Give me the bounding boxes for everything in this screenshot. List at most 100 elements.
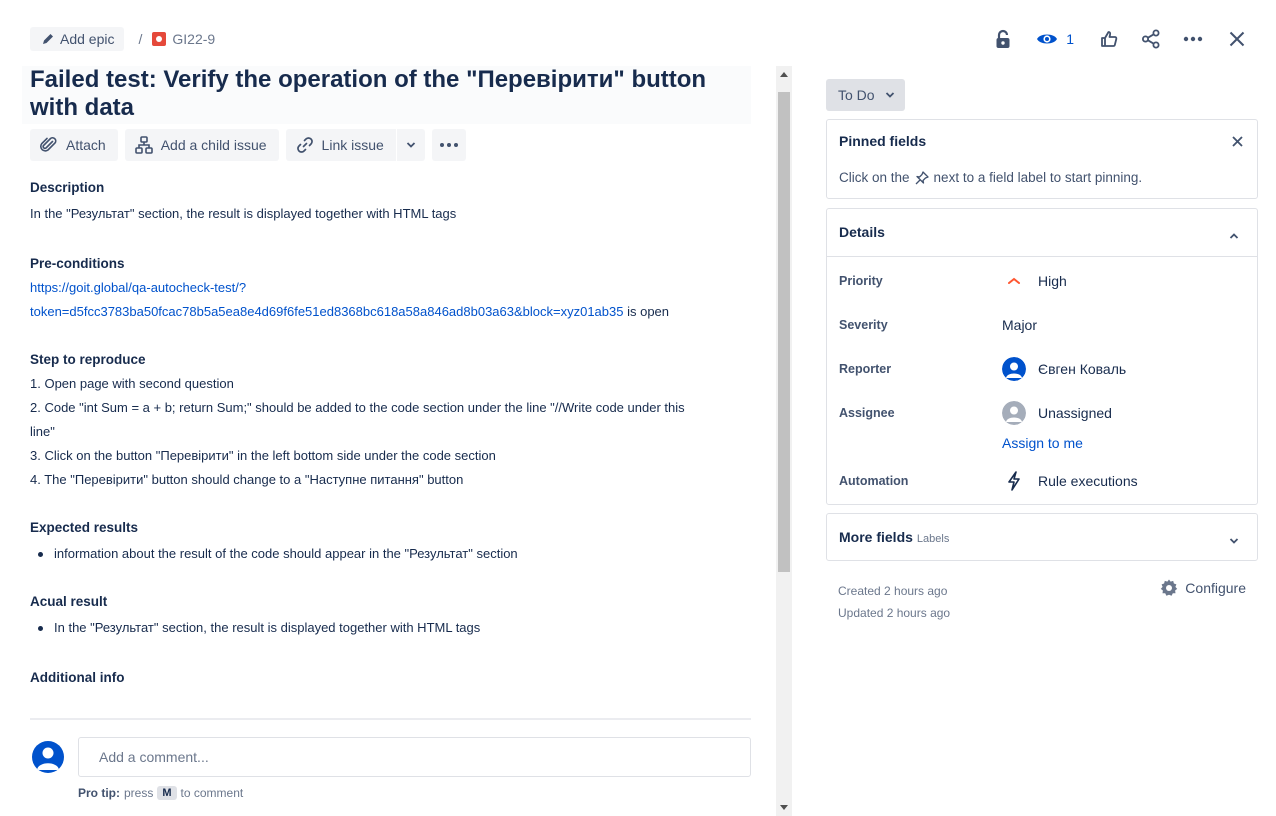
divider (827, 256, 1257, 257)
preconditions-link-line-1: https://goit.global/qa-autocheck-test/? (30, 280, 247, 295)
main-scrollbar[interactable] (776, 66, 792, 816)
list-item: information about the result of the code… (30, 542, 752, 566)
lock-button[interactable] (990, 26, 1016, 52)
priority-row[interactable]: Priority High (839, 267, 1249, 295)
details-panel: Details Priority High Severity Major Rep… (826, 208, 1258, 505)
more-fields-expand-button[interactable] (1229, 532, 1239, 550)
description-field[interactable]: Description In the "Результат" section, … (30, 178, 752, 688)
paperclip-icon (40, 137, 57, 152)
issue-title: Failed test: Verify the operation of the… (30, 66, 707, 121)
link-issue-dropdown[interactable] (396, 129, 425, 161)
status-dropdown[interactable]: To Do (826, 79, 905, 111)
user-icon (1002, 401, 1026, 425)
list-item: In the "Результат" section, the result i… (30, 616, 752, 640)
link-issue-button[interactable]: Link issue (285, 129, 396, 161)
status-label: To Do (838, 87, 875, 103)
additional-info-heading: Additional info (30, 670, 125, 685)
more-fields-panel[interactable]: More fields Labels (826, 513, 1258, 561)
assignee-label: Assignee (839, 406, 895, 420)
add-epic-button[interactable]: Add epic (30, 27, 125, 51)
step-line: 3. Click on the button "Перевірити" in t… (30, 448, 496, 463)
automation-value: Rule executions (1038, 473, 1138, 489)
assignee-row[interactable]: Assignee Unassigned (839, 399, 1249, 427)
actual-result-heading: Acual result (30, 594, 108, 609)
severity-value: Major (1002, 317, 1038, 333)
reporter-value: Євген Коваль (1038, 361, 1127, 377)
ellipsis-icon (439, 143, 458, 147)
description-text: In the "Результат" section, the result i… (30, 206, 457, 221)
pin-icon (915, 170, 929, 184)
severity-label: Severity (839, 318, 888, 332)
scroll-thumb[interactable] (778, 92, 790, 572)
bug-icon (152, 32, 167, 46)
created-time: Created 2 hours ago (838, 584, 948, 598)
priority-value: High (1038, 273, 1067, 289)
chevron-down-icon (885, 92, 894, 98)
user-icon (37, 747, 59, 770)
more-fields-heading: More fields (839, 529, 913, 545)
ellipsis-icon (1183, 36, 1203, 42)
reporter-avatar (1002, 357, 1026, 381)
divider (30, 718, 751, 720)
protip-label: Pro tip: (78, 786, 120, 800)
issue-key-label: GI22-9 (172, 31, 216, 47)
share-icon (1142, 29, 1160, 49)
close-icon (1232, 136, 1243, 147)
scroll-up-arrow[interactable] (780, 72, 788, 77)
priority-label: Priority (839, 274, 883, 288)
chevron-up-icon (1229, 233, 1239, 239)
watch-count: 1 (1066, 31, 1074, 47)
reporter-row[interactable]: Reporter Євген Коваль (839, 355, 1249, 383)
pinned-fields-heading: Pinned fields (839, 133, 927, 149)
details-heading: Details (839, 224, 885, 240)
unlock-icon (996, 29, 1010, 48)
step-line: 2. Code "int Sum = a + b; return Sum;" s… (30, 400, 685, 415)
pinned-close-button[interactable] (1232, 134, 1243, 152)
pinned-fields-hint: Click on the next to a field label to st… (839, 170, 1142, 185)
issue-key-link[interactable]: GI22-9 (152, 31, 215, 47)
configure-button[interactable]: Configure (1159, 578, 1246, 598)
severity-row[interactable]: Severity Major (839, 311, 1249, 339)
assign-to-me-link[interactable]: Assign to me (1002, 435, 1083, 451)
preconditions-suffix: is open (623, 304, 670, 319)
issue-toolbar: Attach Add a child issue Link issue (30, 129, 473, 161)
step-line: 4. The "Перевірити" button should change… (30, 472, 464, 487)
pinned-hint-after: next to a field label to start pinning. (933, 170, 1143, 185)
add-epic-label: Add epic (60, 31, 115, 47)
attach-button[interactable]: Attach (30, 129, 118, 161)
protip-press: press (124, 786, 154, 800)
step-line: line" (30, 424, 55, 439)
assignee-value: Unassigned (1038, 405, 1112, 421)
share-button[interactable] (1138, 26, 1164, 52)
breadcrumb-separator: / (138, 31, 143, 47)
comment-input[interactable]: Add a comment... (78, 737, 751, 777)
description-heading: Description (30, 180, 105, 195)
preconditions-heading: Pre-conditions (30, 256, 125, 271)
preconditions-link[interactable]: https://goit.global/qa-autocheck-test/? t… (30, 280, 623, 319)
pinned-hint-before: Click on the (839, 170, 910, 185)
expected-results-list: information about the result of the code… (30, 542, 752, 566)
issue-title-field[interactable]: Failed test: Verify the operation of the… (22, 66, 751, 124)
protip-suffix: to comment (180, 786, 244, 800)
chevron-down-icon (406, 142, 415, 148)
close-issue-button[interactable] (1224, 26, 1250, 52)
lightning-icon (1002, 469, 1026, 493)
toolbar-more-button[interactable] (431, 129, 466, 161)
more-actions-button[interactable] (1180, 26, 1206, 52)
user-icon (1002, 357, 1026, 381)
reporter-label: Reporter (839, 362, 892, 376)
issue-actions: 1 (974, 26, 1250, 52)
keyboard-key: M (157, 786, 177, 800)
scroll-down-arrow[interactable] (780, 805, 788, 810)
automation-row[interactable]: Automation Rule executions (839, 467, 1249, 495)
add-child-issue-button[interactable]: Add a child issue (124, 129, 279, 161)
vote-button[interactable] (1096, 26, 1122, 52)
details-collapse-button[interactable] (1229, 227, 1239, 245)
hierarchy-icon (134, 136, 153, 154)
watch-button[interactable]: 1 (1036, 26, 1074, 52)
issue-timestamps: Created 2 hours ago Updated 2 hours ago (838, 580, 950, 624)
gear-icon (1161, 579, 1178, 596)
link-issue-label: Link issue (321, 137, 384, 153)
thumbs-up-icon (1101, 31, 1118, 47)
unassigned-avatar (1002, 401, 1026, 425)
